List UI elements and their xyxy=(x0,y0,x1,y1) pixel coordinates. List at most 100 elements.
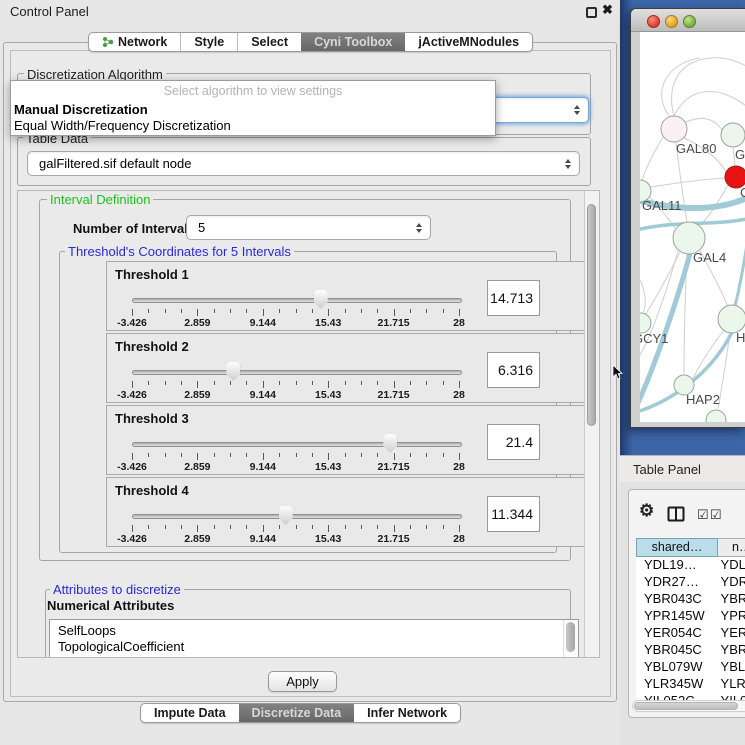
gear-icon[interactable]: ⚙ xyxy=(639,501,654,521)
close-traffic-light-icon[interactable] xyxy=(647,15,660,28)
zoom-traffic-light-icon[interactable] xyxy=(683,15,696,28)
network-icon xyxy=(102,36,114,48)
threshold-label: Threshold 4 xyxy=(115,483,189,498)
table-row[interactable]: YBL079WYBL079W xyxy=(636,659,745,676)
table-header: shared… n… xyxy=(636,538,745,557)
tab-style[interactable]: Style xyxy=(180,33,237,51)
float-window-icon[interactable] xyxy=(586,7,597,18)
network-node[interactable] xyxy=(718,305,745,333)
tab-infer-network[interactable]: Infer Network xyxy=(354,704,460,722)
threshold-label: Threshold 3 xyxy=(115,411,189,426)
minimize-traffic-light-icon[interactable] xyxy=(665,15,678,28)
group-title: Threshold's Coordinates for 5 Intervals xyxy=(65,244,294,259)
slider-tick xyxy=(459,309,460,316)
slider-handle[interactable] xyxy=(226,362,240,381)
slider-tick-label: 28 xyxy=(453,389,465,401)
control-panel-window: Control Panel ✖ NetworkStyleSelectCyni T… xyxy=(0,0,620,745)
dropdown-option[interactable]: Manual Discretization xyxy=(14,102,148,117)
network-node[interactable] xyxy=(721,123,745,147)
table-row[interactable]: YIL052CYIL052C xyxy=(636,693,745,700)
table-row[interactable]: YBR045CYBR045C xyxy=(636,642,745,659)
close-icon[interactable]: ✖ xyxy=(602,2,613,18)
slider-track[interactable] xyxy=(132,514,462,519)
table-data-combobox[interactable]: galFiltered.sif default node xyxy=(27,151,580,176)
slider-tick-label: 21.715 xyxy=(378,533,410,545)
tab-network[interactable]: Network xyxy=(89,33,180,51)
slider-tick xyxy=(165,309,166,313)
slider-tick-label: 15.43 xyxy=(315,461,341,473)
attribute-list-item[interactable]: BetweennessCentrality xyxy=(50,655,578,658)
tab-discretize-data[interactable]: Discretize Data xyxy=(239,704,355,722)
table-row[interactable]: YER054CYER054C xyxy=(636,625,745,642)
slider-tick xyxy=(296,309,297,313)
network-node[interactable] xyxy=(661,116,687,142)
network-window-titlebar[interactable] xyxy=(631,9,745,32)
slider-tick xyxy=(328,309,329,316)
slider-tick xyxy=(263,453,264,460)
slider-track[interactable] xyxy=(132,370,462,375)
settings-scrollbar[interactable] xyxy=(584,191,599,657)
threshold-label: Threshold 2 xyxy=(115,339,189,354)
slider-handle[interactable] xyxy=(314,290,328,309)
table-row[interactable]: YDR27…YDR27… xyxy=(636,574,745,591)
group-title: Attributes to discretize xyxy=(50,582,184,597)
cell-shared-name: YBR045C xyxy=(636,642,715,659)
dropdown-placeholder-option[interactable]: Select algorithm to view settings xyxy=(11,84,495,98)
table-rows[interactable]: YDL19…YDL19…YDR27…YDR27…YBR043CYBR043CYP… xyxy=(636,557,745,700)
network-canvas[interactable]: GAL80G.CGAL11GAL4GCY1HHAP2 xyxy=(640,32,745,422)
slider-tick xyxy=(394,525,395,532)
scrollbar-thumb[interactable] xyxy=(587,204,596,426)
threshold-value-field[interactable]: 14.713 xyxy=(487,280,540,316)
threshold-value-field[interactable]: 11.344 xyxy=(487,496,540,532)
attribute-list-item[interactable]: TopologicalCoefficient xyxy=(50,639,578,655)
table-row[interactable]: YDL19…YDL19… xyxy=(636,557,745,574)
slider-tick-label: -3.426 xyxy=(117,317,147,329)
attribute-list-item[interactable]: SelfLoops xyxy=(50,623,578,639)
dropdown-option[interactable]: Equal Width/Frequency Discretization xyxy=(14,118,231,133)
scrollbar-thumb[interactable] xyxy=(634,702,738,710)
network-node[interactable] xyxy=(706,410,726,422)
threshold-label: Threshold 1 xyxy=(115,267,189,282)
cell-name: YBL079W xyxy=(715,659,745,676)
slider-handle[interactable] xyxy=(279,506,293,525)
cell-shared-name: YIL052C xyxy=(636,693,715,700)
tab-cyni-toolbox[interactable]: Cyni Toolbox xyxy=(301,33,405,51)
group-title: Interval Definition xyxy=(47,192,153,207)
slider-tick xyxy=(181,309,182,313)
slider-tick xyxy=(443,381,444,385)
column-header-shared-name[interactable]: shared… xyxy=(636,538,718,557)
tab-select[interactable]: Select xyxy=(237,33,301,51)
slider-handle[interactable] xyxy=(383,434,397,453)
slider-tick xyxy=(197,453,198,460)
slider-track[interactable] xyxy=(132,298,462,303)
tab-impute-data[interactable]: Impute Data xyxy=(141,704,239,722)
slider-tick-label: 15.43 xyxy=(315,317,341,329)
slider-track[interactable] xyxy=(132,442,462,447)
threshold-value-field[interactable]: 6.316 xyxy=(487,352,540,388)
number-of-intervals-combobox[interactable]: 5 xyxy=(186,215,431,240)
table-row[interactable]: YPR145WYPR145W xyxy=(636,608,745,625)
slider-tick xyxy=(312,525,313,529)
split-columns-icon[interactable] xyxy=(667,506,685,522)
threshold-value-field[interactable]: 21.4 xyxy=(487,424,540,460)
table-row[interactable]: YBR043CYBR043C xyxy=(636,591,745,608)
network-node[interactable] xyxy=(640,313,651,333)
tab-jactivemnodules[interactable]: jActiveMNodules xyxy=(405,33,532,51)
numerical-attributes-list[interactable]: SelfLoopsTopologicalCoefficientBetweenne… xyxy=(49,619,579,658)
slider-tick xyxy=(410,381,411,385)
threshold-panel: Threshold 4-3.4262.8599.14415.4321.71528… xyxy=(106,477,594,547)
threshold-panel: Threshold 2-3.4262.8599.14415.4321.71528… xyxy=(106,333,594,403)
list-scrollbar[interactable] xyxy=(563,620,578,658)
apply-button[interactable]: Apply xyxy=(268,671,337,692)
table-row[interactable]: YLR345WYLR345W xyxy=(636,676,745,693)
table-hscrollbar[interactable] xyxy=(632,700,745,712)
cell-shared-name: YDL19… xyxy=(636,557,715,574)
slider-tick-label: 28 xyxy=(453,317,465,329)
slider-tick xyxy=(230,381,231,385)
slider-tick-label: 15.43 xyxy=(315,389,341,401)
slider-tick xyxy=(394,381,395,388)
checkbox-icon[interactable]: ☑ xyxy=(697,507,709,523)
column-header-name[interactable]: n… xyxy=(718,538,745,557)
checkbox-icon[interactable]: ☑ xyxy=(710,507,722,523)
network-node-label: C xyxy=(740,185,745,200)
